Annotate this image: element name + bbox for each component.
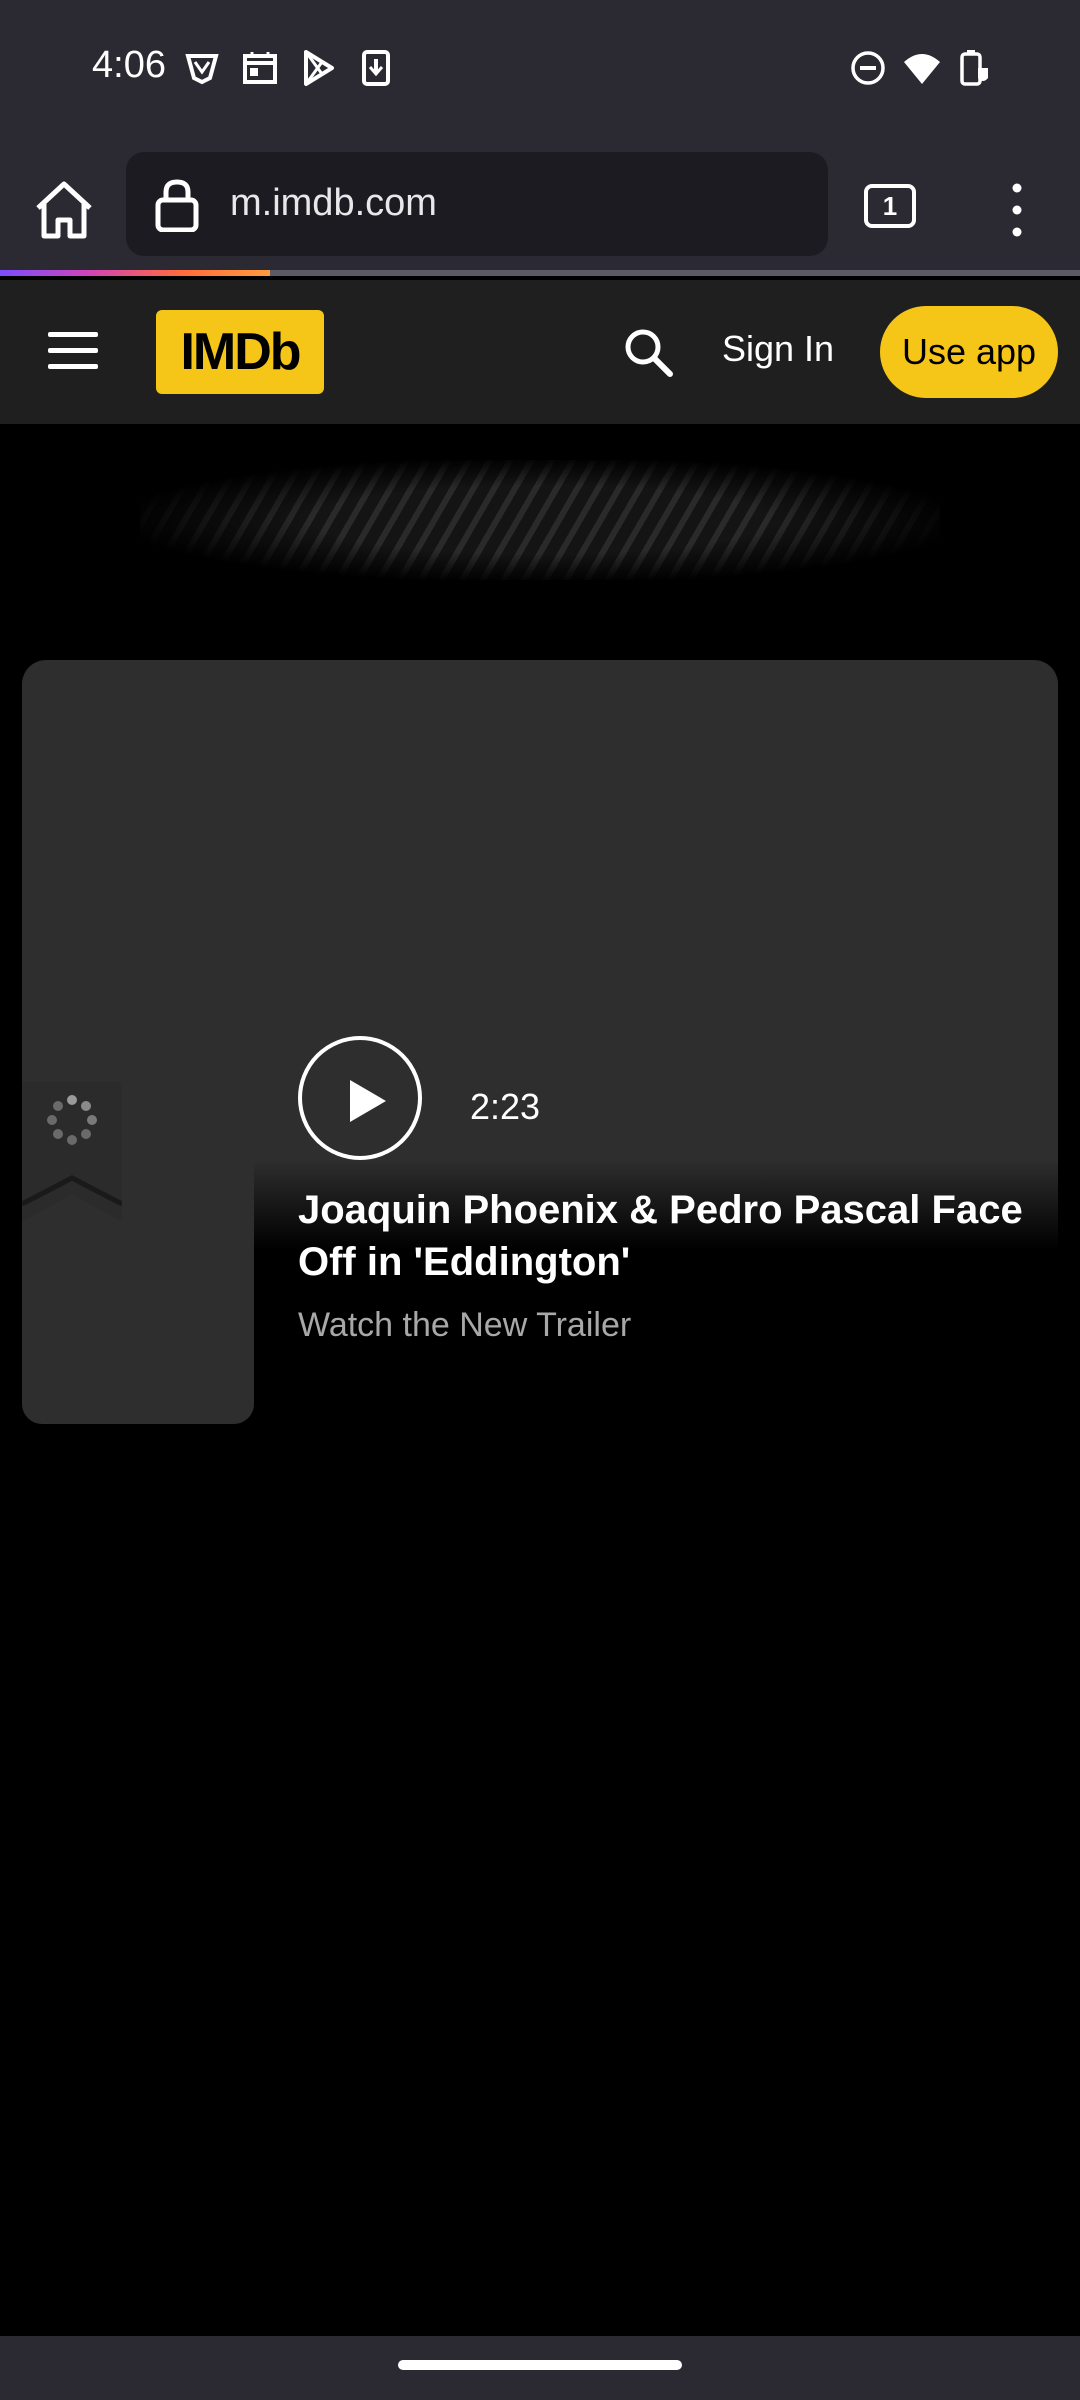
play-store-icon (298, 48, 338, 88)
status-time: 4:06 (92, 44, 166, 86)
home-gesture-bar[interactable] (398, 2360, 682, 2370)
use-app-button[interactable]: Use app (880, 306, 1058, 398)
watchlist-ribbon-icon[interactable] (20, 1082, 124, 1222)
play-button[interactable] (298, 1036, 422, 1160)
sign-in-link[interactable]: Sign In (722, 328, 834, 370)
status-bar: 4:06 (0, 0, 1080, 140)
search-icon[interactable] (620, 324, 676, 380)
address-bar[interactable]: m.imdb.com (126, 152, 828, 256)
browser-toolbar: m.imdb.com 1 (0, 140, 1080, 276)
trailer-title[interactable]: Joaquin Phoenix & Pedro Pascal Face Off … (298, 1184, 1038, 1288)
vpn-shield-icon (182, 48, 222, 88)
more-vert-icon[interactable] (1002, 180, 1032, 240)
calendar-icon (240, 48, 280, 88)
menu-icon[interactable] (48, 332, 98, 372)
lock-icon[interactable] (152, 178, 202, 233)
trailer-subtitle: Watch the New Trailer (298, 1306, 632, 1344)
home-icon[interactable] (30, 176, 98, 244)
battery-icon (954, 48, 994, 88)
wifi-icon (902, 48, 942, 88)
imdb-logo[interactable]: IMDb (156, 310, 324, 394)
play-icon (350, 1080, 386, 1122)
loading-skeleton (140, 460, 940, 580)
imdb-header: IMDb Sign In Use app (0, 280, 1080, 424)
page-load-progress (0, 270, 270, 276)
do-not-disturb-icon (848, 48, 888, 88)
tabs-button[interactable]: 1 (864, 184, 916, 228)
url-text[interactable]: m.imdb.com (230, 182, 437, 225)
download-icon (356, 48, 396, 88)
video-duration: 2:23 (470, 1086, 541, 1127)
